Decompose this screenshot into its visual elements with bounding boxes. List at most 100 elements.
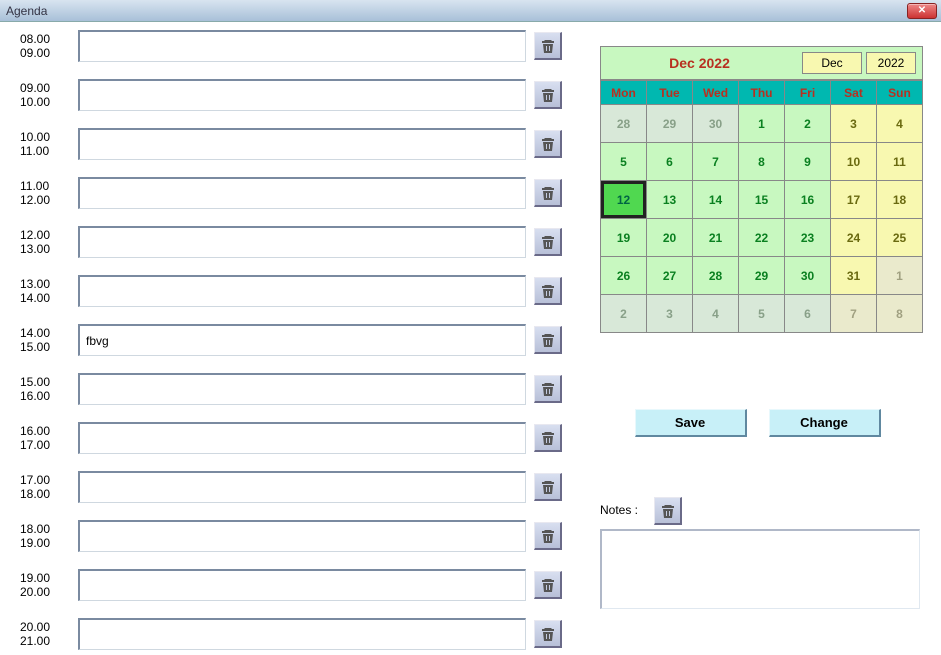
calendar-day-cell[interactable]: 7 (831, 295, 877, 333)
slot-clear-button[interactable] (534, 620, 562, 648)
slot-time-label: 15.0016.00 (20, 373, 74, 403)
slot-clear-button[interactable] (534, 32, 562, 60)
slot-input[interactable] (78, 422, 526, 454)
calendar-day-cell[interactable]: 31 (831, 257, 877, 295)
agenda-slot: 20.0021.00 (20, 618, 580, 654)
calendar-actions: Save Change (600, 409, 923, 437)
calendar-day-cell[interactable]: 16 (785, 181, 831, 219)
calendar-grid: MonTueWedThuFriSatSun2829301234567891011… (600, 80, 923, 333)
trash-icon (540, 528, 556, 544)
calendar-day-cell[interactable]: 28 (693, 257, 739, 295)
slot-time-label: 17.0018.00 (20, 471, 74, 501)
calendar-day-cell[interactable]: 10 (831, 143, 877, 181)
notes-clear-button[interactable] (654, 497, 682, 525)
slot-clear-button[interactable] (534, 571, 562, 599)
calendar-day-cell[interactable]: 21 (693, 219, 739, 257)
slot-input[interactable] (78, 618, 526, 650)
slot-clear-button[interactable] (534, 522, 562, 550)
agenda-slot: 15.0016.00 (20, 373, 580, 409)
year-selector[interactable]: 2022 (866, 52, 916, 74)
calendar-day-cell[interactable]: 26 (601, 257, 647, 295)
calendar-day-header: Sun (877, 81, 923, 105)
agenda-slot: 18.0019.00 (20, 520, 580, 556)
calendar-day-cell[interactable]: 19 (601, 219, 647, 257)
slot-input[interactable] (78, 177, 526, 209)
slot-clear-button[interactable] (534, 81, 562, 109)
calendar-day-cell[interactable]: 13 (647, 181, 693, 219)
calendar-day-cell[interactable]: 4 (877, 105, 923, 143)
slot-input[interactable] (78, 569, 526, 601)
slot-input[interactable] (78, 324, 526, 356)
slot-time-label: 19.0020.00 (20, 569, 74, 599)
calendar-day-cell[interactable]: 9 (785, 143, 831, 181)
slot-input[interactable] (78, 79, 526, 111)
slot-time-label: 13.0014.00 (20, 275, 74, 305)
calendar-day-cell[interactable]: 20 (647, 219, 693, 257)
slot-input[interactable] (78, 373, 526, 405)
calendar-day-cell[interactable]: 18 (877, 181, 923, 219)
calendar-day-cell[interactable]: 12 (601, 181, 647, 219)
calendar-day-cell[interactable]: 1 (877, 257, 923, 295)
agenda-slot: 17.0018.00 (20, 471, 580, 507)
slot-clear-button[interactable] (534, 375, 562, 403)
slot-time-label: 14.0015.00 (20, 324, 74, 354)
slot-input[interactable] (78, 128, 526, 160)
calendar-day-cell[interactable]: 6 (785, 295, 831, 333)
slot-clear-button[interactable] (534, 326, 562, 354)
slot-clear-button[interactable] (534, 130, 562, 158)
slot-clear-button[interactable] (534, 473, 562, 501)
trash-icon (540, 87, 556, 103)
calendar-day-cell[interactable]: 27 (647, 257, 693, 295)
slot-clear-button[interactable] (534, 228, 562, 256)
calendar-day-header: Tue (647, 81, 693, 105)
calendar-day-cell[interactable]: 24 (831, 219, 877, 257)
calendar-day-cell[interactable]: 29 (647, 105, 693, 143)
calendar-day-cell[interactable]: 14 (693, 181, 739, 219)
notes-input[interactable] (600, 529, 920, 609)
slot-input[interactable] (78, 520, 526, 552)
trash-icon (540, 332, 556, 348)
calendar-day-cell[interactable]: 8 (877, 295, 923, 333)
calendar-day-cell[interactable]: 3 (831, 105, 877, 143)
calendar-day-cell[interactable]: 2 (601, 295, 647, 333)
slot-time-label: 16.0017.00 (20, 422, 74, 452)
slot-input[interactable] (78, 226, 526, 258)
calendar-day-cell[interactable]: 15 (739, 181, 785, 219)
change-button[interactable]: Change (769, 409, 881, 437)
calendar-day-cell[interactable]: 1 (739, 105, 785, 143)
close-button[interactable]: ✕ (907, 3, 937, 19)
calendar-day-cell[interactable]: 22 (739, 219, 785, 257)
calendar-day-cell[interactable]: 30 (785, 257, 831, 295)
calendar-day-cell[interactable]: 11 (877, 143, 923, 181)
trash-icon (540, 38, 556, 54)
slot-clear-button[interactable] (534, 277, 562, 305)
calendar-day-cell[interactable]: 23 (785, 219, 831, 257)
calendar-day-cell[interactable]: 3 (647, 295, 693, 333)
slot-input[interactable] (78, 30, 526, 62)
calendar-day-cell[interactable]: 25 (877, 219, 923, 257)
slot-clear-button[interactable] (534, 179, 562, 207)
calendar-day-cell[interactable]: 28 (601, 105, 647, 143)
trash-icon (540, 430, 556, 446)
slot-input[interactable] (78, 471, 526, 503)
agenda-slot: 16.0017.00 (20, 422, 580, 458)
trash-icon (660, 503, 676, 519)
slot-input[interactable] (78, 275, 526, 307)
calendar-day-cell[interactable]: 8 (739, 143, 785, 181)
month-selector[interactable]: Dec (802, 52, 862, 74)
calendar-day-cell[interactable]: 17 (831, 181, 877, 219)
calendar-day-cell[interactable]: 5 (739, 295, 785, 333)
calendar-day-cell[interactable]: 5 (601, 143, 647, 181)
calendar-day-cell[interactable]: 4 (693, 295, 739, 333)
slot-time-label: 09.0010.00 (20, 79, 74, 109)
calendar-day-cell[interactable]: 6 (647, 143, 693, 181)
calendar-header: Dec 2022 Dec 2022 (600, 46, 923, 80)
save-button[interactable]: Save (635, 409, 747, 437)
calendar-day-cell[interactable]: 2 (785, 105, 831, 143)
calendar-day-header: Mon (601, 81, 647, 105)
calendar-day-cell[interactable]: 7 (693, 143, 739, 181)
slot-time-label: 12.0013.00 (20, 226, 74, 256)
calendar-day-cell[interactable]: 29 (739, 257, 785, 295)
calendar-day-cell[interactable]: 30 (693, 105, 739, 143)
slot-clear-button[interactable] (534, 424, 562, 452)
